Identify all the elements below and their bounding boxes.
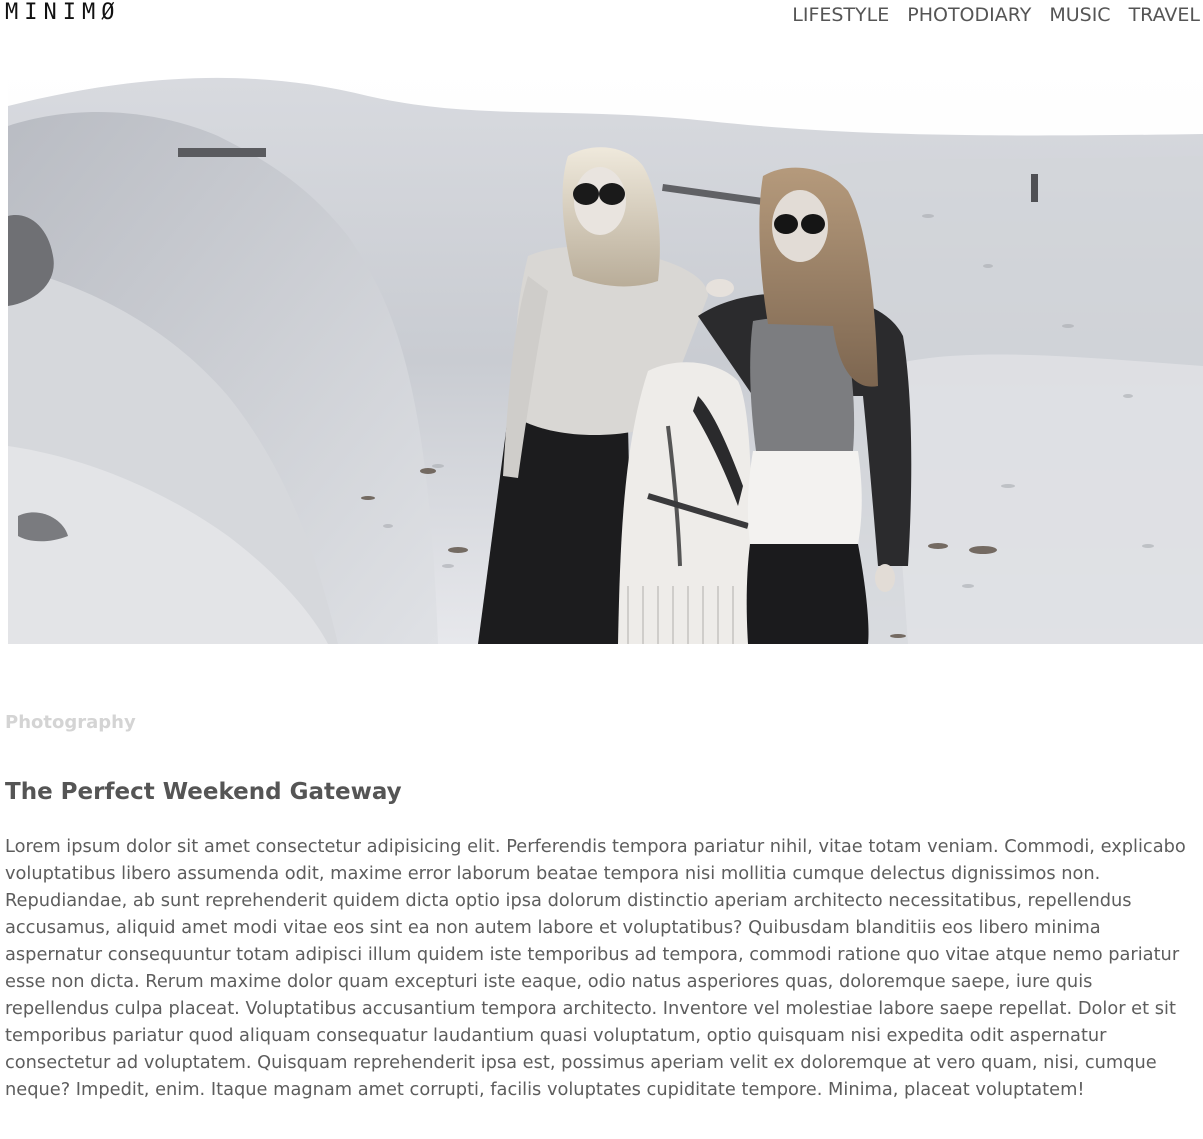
nav-item-travel[interactable]: TRAVEL	[1129, 3, 1200, 27]
nav-item-photodiary[interactable]: PHOTODIARY	[907, 3, 1031, 27]
site-logo[interactable]: MINIMØ	[5, 0, 120, 26]
main-nav: LIFESTYLE PHOTODIARY MUSIC TRAVEL	[792, 3, 1200, 27]
post-body: Lorem ipsum dolor sit amet consectetur a…	[5, 836, 1186, 1100]
nav-item-lifestyle[interactable]: LIFESTYLE	[792, 3, 889, 27]
nav-item-music[interactable]: MUSIC	[1049, 3, 1110, 27]
post-category[interactable]: Photography	[5, 711, 136, 735]
hero-image	[8, 66, 1203, 644]
post-title[interactable]: The Perfect Weekend Gateway	[5, 776, 402, 808]
